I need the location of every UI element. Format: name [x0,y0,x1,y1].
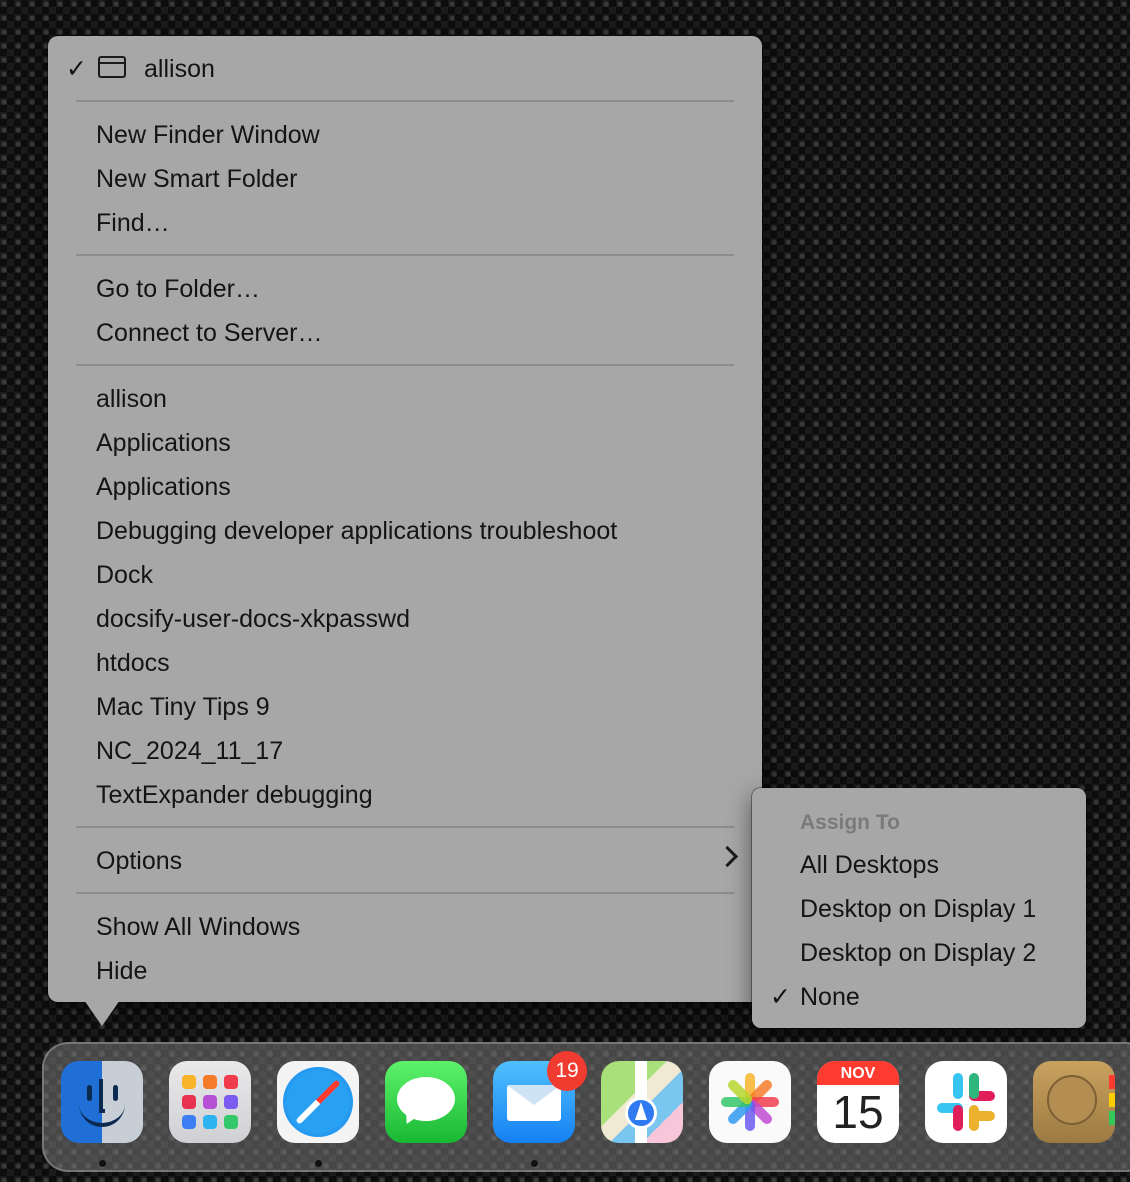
running-indicator [99,1160,106,1167]
mail-unread-badge: 19 [547,1051,587,1091]
menu-item-window[interactable]: Debugging developer applications trouble… [96,516,617,546]
menu-item-window[interactable]: Applications [96,428,231,458]
submenu-item-none[interactable]: None [800,982,860,1012]
menu-item-options[interactable]: Options [96,846,182,876]
window-icon [98,56,126,78]
submenu-item-all-desktops[interactable]: All Desktops [800,850,939,880]
calendar-month: NOV [817,1061,899,1085]
submenu-item-desktop-display-1[interactable]: Desktop on Display 1 [800,894,1036,924]
menu-separator [76,100,734,102]
finder-icon[interactable] [61,1061,143,1143]
checkmark-icon: ✓ [66,55,87,83]
safari-icon[interactable] [277,1061,359,1143]
menu-item-find[interactable]: Find… [96,208,170,238]
menu-separator [76,254,734,256]
menu-item-window[interactable]: TextExpander debugging [96,780,373,810]
menu-item-window[interactable]: Dock [96,560,153,590]
menu-separator [76,892,734,894]
chevron-right-icon [716,845,739,868]
menu-item-hide[interactable]: Hide [96,956,147,986]
menu-item-window[interactable]: allison [96,384,167,414]
menu-separator [76,826,734,828]
slack-icon[interactable] [925,1061,1007,1143]
menu-item-go-to-folder[interactable]: Go to Folder… [96,274,260,304]
running-indicator [531,1160,538,1167]
menu-item-window[interactable]: htdocs [96,648,170,678]
menu-item-window[interactable]: Applications [96,472,231,502]
menu-item-new-smart-folder[interactable]: New Smart Folder [96,164,297,194]
menu-pointer [84,1000,120,1026]
options-submenu: Assign To All Desktops Desktop on Displa… [752,788,1086,1028]
launchpad-icon[interactable] [169,1061,251,1143]
checkmark-icon: ✓ [770,983,791,1011]
submenu-item-desktop-display-2[interactable]: Desktop on Display 2 [800,938,1036,968]
menu-item-connect-to-server[interactable]: Connect to Server… [96,318,323,348]
photos-icon[interactable] [709,1061,791,1143]
running-indicator [315,1160,322,1167]
menu-item-window[interactable]: NC_2024_11_17 [96,736,283,766]
menu-separator [76,364,734,366]
menu-item-window[interactable]: Mac Tiny Tips 9 [96,692,270,722]
contacts-icon[interactable] [1033,1061,1115,1143]
menu-item-new-finder-window[interactable]: New Finder Window [96,120,320,150]
menu-item-current-window[interactable]: allison [144,54,215,84]
submenu-header: Assign To [800,811,900,834]
calendar-icon[interactable]: NOV 15 [817,1061,899,1143]
messages-icon[interactable] [385,1061,467,1143]
maps-icon[interactable] [601,1061,683,1143]
calendar-day: 15 [832,1086,884,1138]
menu-item-show-all-windows[interactable]: Show All Windows [96,912,300,942]
finder-dock-menu: ✓ allison New Finder Window New Smart Fo… [48,36,762,1002]
menu-item-window[interactable]: docsify-user-docs-xkpasswd [96,604,410,634]
